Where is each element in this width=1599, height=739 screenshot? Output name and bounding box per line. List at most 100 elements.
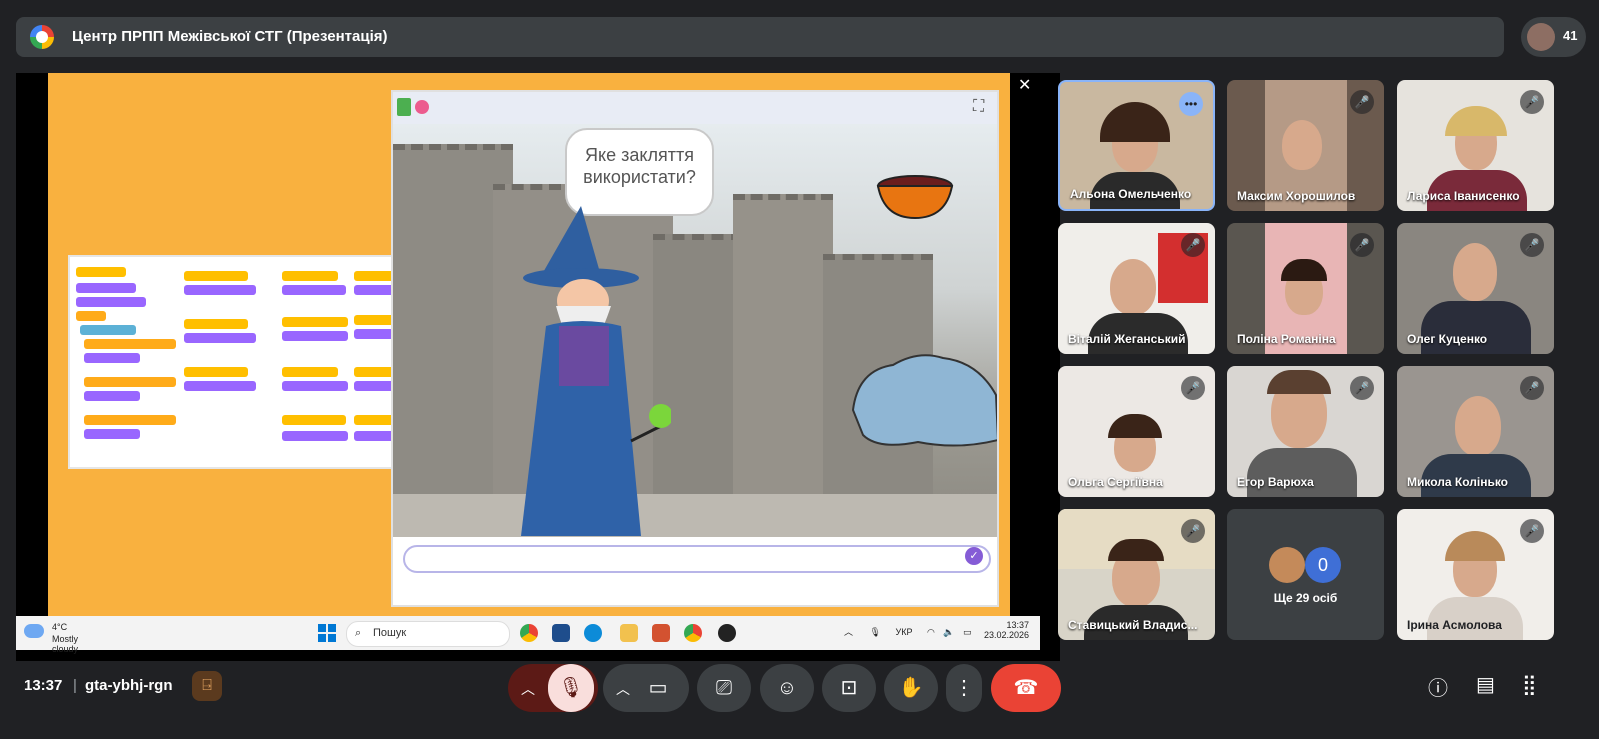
more-options-button[interactable]: ⋮: [946, 664, 982, 712]
participant-name: Поліна Романіна: [1237, 332, 1336, 346]
fullscreen-icon[interactable]: ⛶: [973, 98, 984, 116]
present-icon: ⎚: [716, 677, 732, 699]
leave-call-button[interactable]: ☎: [991, 664, 1061, 712]
participant-name: Максим Хорошилов: [1237, 189, 1356, 203]
emoji-icon: ☺: [776, 677, 798, 699]
participant-tile[interactable]: 🎤 Віталій Жеганський: [1058, 223, 1215, 354]
mic-off-icon: 🎤: [1181, 376, 1205, 400]
participant-name: Ольга Сергіївна: [1068, 475, 1163, 489]
participant-tile[interactable]: 🎤 Максим Хорошилов: [1227, 80, 1384, 211]
mic-off-icon: 🎤: [1350, 233, 1374, 257]
scratch-stage: Яке закляття використати?: [393, 124, 997, 537]
edge-icon[interactable]: [584, 624, 602, 642]
participant-name: Альона Омельченко: [1070, 187, 1192, 201]
presentation-area: ⛶ Яке закляття використати? ✓ ✕ 4°C Most…: [16, 73, 1060, 661]
folder-icon[interactable]: [620, 624, 638, 642]
end-call-icon: ☎: [1013, 677, 1039, 699]
participant-name: Егор Варюха: [1237, 475, 1314, 489]
taskbar-clock[interactable]: 13:37 23.02.2026: [984, 620, 1029, 640]
extra-avatar-count: 0: [1305, 547, 1341, 583]
powerpoint-icon[interactable]: [652, 624, 670, 642]
participant-tile[interactable]: 🎤 Лариса Іванисенко: [1397, 80, 1554, 211]
activities-icon[interactable]: ⣿: [1522, 672, 1537, 697]
meeting-info-icon[interactable]: ⓘ: [1428, 672, 1448, 701]
speech-bubble-text: Яке закляття використати?: [583, 145, 696, 187]
chevron-up-icon[interactable]: ︿: [844, 627, 853, 637]
organization-logo-icon: [30, 25, 54, 49]
taskbar-search[interactable]: ⌕ Пошук: [346, 621, 510, 647]
mic-off-icon: 🎤: [1350, 376, 1374, 400]
speaking-indicator-icon: •••: [1179, 92, 1203, 116]
participant-tile[interactable]: 🎤 Поліна Романіна: [1227, 223, 1384, 354]
close-icon[interactable]: ✕: [1018, 75, 1031, 95]
door-icon[interactable]: ⍈: [192, 671, 222, 701]
more-participants-label: Ще 29 осіб: [1273, 591, 1338, 605]
chat-icon[interactable]: ▤: [1476, 672, 1495, 697]
divider: |: [73, 677, 77, 694]
rock-icon: [851, 354, 997, 447]
wizard-character: [521, 206, 671, 536]
system-tray: ︿ 🎙 УКР ◠ 🔈 ▭: [844, 625, 972, 638]
mic-off-icon: 🎤: [1520, 90, 1544, 114]
chevron-up-icon[interactable]: ︿: [508, 665, 548, 713]
hand-icon: ✋: [898, 677, 924, 699]
present-screen-button[interactable]: ⎚: [697, 664, 751, 712]
mic-off-icon: 🎤: [1520, 376, 1544, 400]
battery-icon[interactable]: ▭: [963, 627, 972, 637]
mic-off-icon: 🎤: [1520, 519, 1544, 543]
input-language[interactable]: УКР: [895, 627, 912, 637]
participant-avatar-icon: [1527, 23, 1555, 51]
presentation-title: Центр ПРПП Межівської СТГ (Презентація): [72, 28, 388, 45]
participants-button[interactable]: 41: [1521, 17, 1586, 57]
taskbar-time: 13:37: [1006, 620, 1030, 630]
participant-tile[interactable]: 🎤 Егор Варюха: [1227, 366, 1384, 497]
camera-controls: ︿ ▭: [603, 664, 689, 712]
microphone-icon[interactable]: 🎙: [870, 627, 881, 637]
participant-name: Віталій Жеганський: [1068, 332, 1186, 346]
windows-start-icon[interactable]: [318, 624, 336, 642]
participant-name: Ставицький Владис...: [1068, 618, 1198, 632]
participant-tile[interactable]: 🎤 Олег Куценко: [1397, 223, 1554, 354]
participant-count: 41: [1563, 28, 1578, 43]
more-participants-tile[interactable]: 0 Ще 29 осіб: [1227, 509, 1384, 640]
participant-tile[interactable]: 🎤 Ставицький Владис...: [1058, 509, 1215, 640]
chevron-up-icon[interactable]: ︿: [603, 665, 643, 713]
scratch-player-header: ⛶: [393, 92, 997, 124]
camera-icon[interactable]: ▭: [649, 677, 668, 699]
answer-panel: ✓: [393, 537, 997, 605]
mic-off-button[interactable]: 🎙: [548, 664, 594, 712]
answer-input[interactable]: [403, 545, 991, 573]
mic-off-icon: 🎙: [558, 677, 584, 699]
meeting-title-bar: Центр ПРПП Межівської СТГ (Презентація): [16, 17, 1504, 57]
participant-tile[interactable]: ••• Альона Омельченко: [1058, 80, 1215, 211]
participant-tile[interactable]: 🎤 Ольга Сергіївна: [1058, 366, 1215, 497]
store-icon[interactable]: [552, 624, 570, 642]
mic-off-icon: 🎤: [1181, 519, 1205, 543]
captions-icon: ⊡: [840, 677, 858, 699]
mic-off-icon: 🎤: [1350, 90, 1374, 114]
participant-name: Микола Колінько: [1407, 475, 1508, 489]
chrome-icon[interactable]: [520, 624, 538, 642]
submit-check-icon[interactable]: ✓: [965, 547, 983, 565]
meeting-code[interactable]: gta-ybhj-rgn: [85, 677, 173, 694]
bowl-icon: [876, 175, 954, 220]
raise-hand-button[interactable]: ✋: [884, 664, 938, 712]
wifi-icon[interactable]: ◠: [927, 627, 935, 637]
weather-temperature: 4°C: [52, 622, 68, 632]
stop-icon[interactable]: [415, 100, 429, 114]
search-icon: ⌕: [355, 627, 362, 639]
participant-name: Олег Куценко: [1407, 332, 1488, 346]
participant-tile[interactable]: 🎤 Ірина Асмолова: [1397, 509, 1554, 640]
reactions-button[interactable]: ☺: [760, 664, 814, 712]
mic-off-icon: 🎤: [1520, 233, 1544, 257]
volume-icon[interactable]: 🔈: [943, 627, 954, 637]
participant-name: Ірина Асмолова: [1407, 618, 1502, 632]
chrome-profile-icon[interactable]: [684, 624, 702, 642]
captions-button[interactable]: ⊡: [822, 664, 876, 712]
more-vert-icon: ⋮: [954, 677, 974, 699]
scratch-player: ⛶ Яке закляття використати? ✓: [391, 90, 999, 607]
green-flag-icon[interactable]: [397, 98, 411, 116]
participant-tile[interactable]: 🎤 Микола Колінько: [1397, 366, 1554, 497]
media-player-icon[interactable]: [718, 624, 736, 642]
speech-bubble: Яке закляття використати?: [565, 128, 714, 216]
